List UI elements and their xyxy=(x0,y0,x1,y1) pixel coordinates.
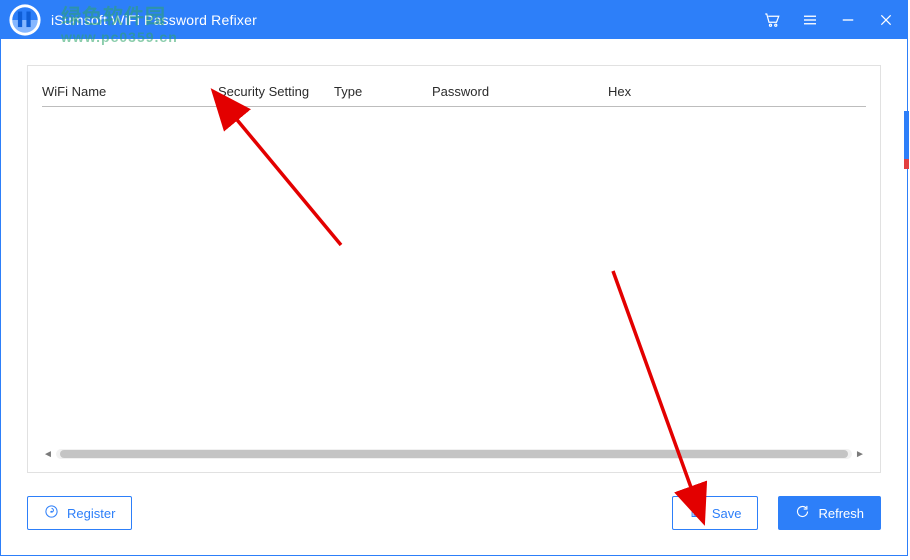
horizontal-scrollbar[interactable]: ◄ ► xyxy=(42,448,866,460)
footer-right: Save Refresh xyxy=(672,496,881,530)
register-icon xyxy=(44,504,59,522)
save-icon xyxy=(689,504,704,522)
scroll-track[interactable] xyxy=(56,449,852,459)
table: WiFi Name Security Setting Type Password… xyxy=(28,66,880,107)
close-icon[interactable] xyxy=(873,7,899,33)
titlebar-buttons xyxy=(759,7,899,33)
col-wifi-name[interactable]: WiFi Name xyxy=(42,84,218,99)
register-button[interactable]: Register xyxy=(27,496,132,530)
background-window-edge xyxy=(904,111,909,159)
menu-icon[interactable] xyxy=(797,7,823,33)
titlebar: iSumsoft WiFi Password Refixer xyxy=(1,1,907,39)
refresh-icon xyxy=(795,504,810,522)
table-header: WiFi Name Security Setting Type Password… xyxy=(42,78,866,107)
col-security[interactable]: Security Setting xyxy=(218,84,334,99)
app-window: iSumsoft WiFi Password Refixer xyxy=(0,0,908,556)
register-label: Register xyxy=(67,506,115,521)
footer: Register Save Refresh xyxy=(27,493,881,533)
minimize-icon[interactable] xyxy=(835,7,861,33)
col-hex[interactable]: Hex xyxy=(608,84,866,99)
scroll-right-icon[interactable]: ► xyxy=(854,448,866,460)
app-logo xyxy=(7,2,43,38)
scroll-thumb[interactable] xyxy=(60,450,848,458)
col-type[interactable]: Type xyxy=(334,84,432,99)
cart-icon[interactable] xyxy=(759,7,785,33)
save-button[interactable]: Save xyxy=(672,496,759,530)
content-card: WiFi Name Security Setting Type Password… xyxy=(27,65,881,473)
col-password[interactable]: Password xyxy=(432,84,608,99)
refresh-button[interactable]: Refresh xyxy=(778,496,881,530)
scroll-left-icon[interactable]: ◄ xyxy=(42,448,54,460)
background-window-edge-accent xyxy=(904,159,909,169)
save-label: Save xyxy=(712,506,742,521)
app-title: iSumsoft WiFi Password Refixer xyxy=(51,12,759,28)
refresh-label: Refresh xyxy=(818,506,864,521)
